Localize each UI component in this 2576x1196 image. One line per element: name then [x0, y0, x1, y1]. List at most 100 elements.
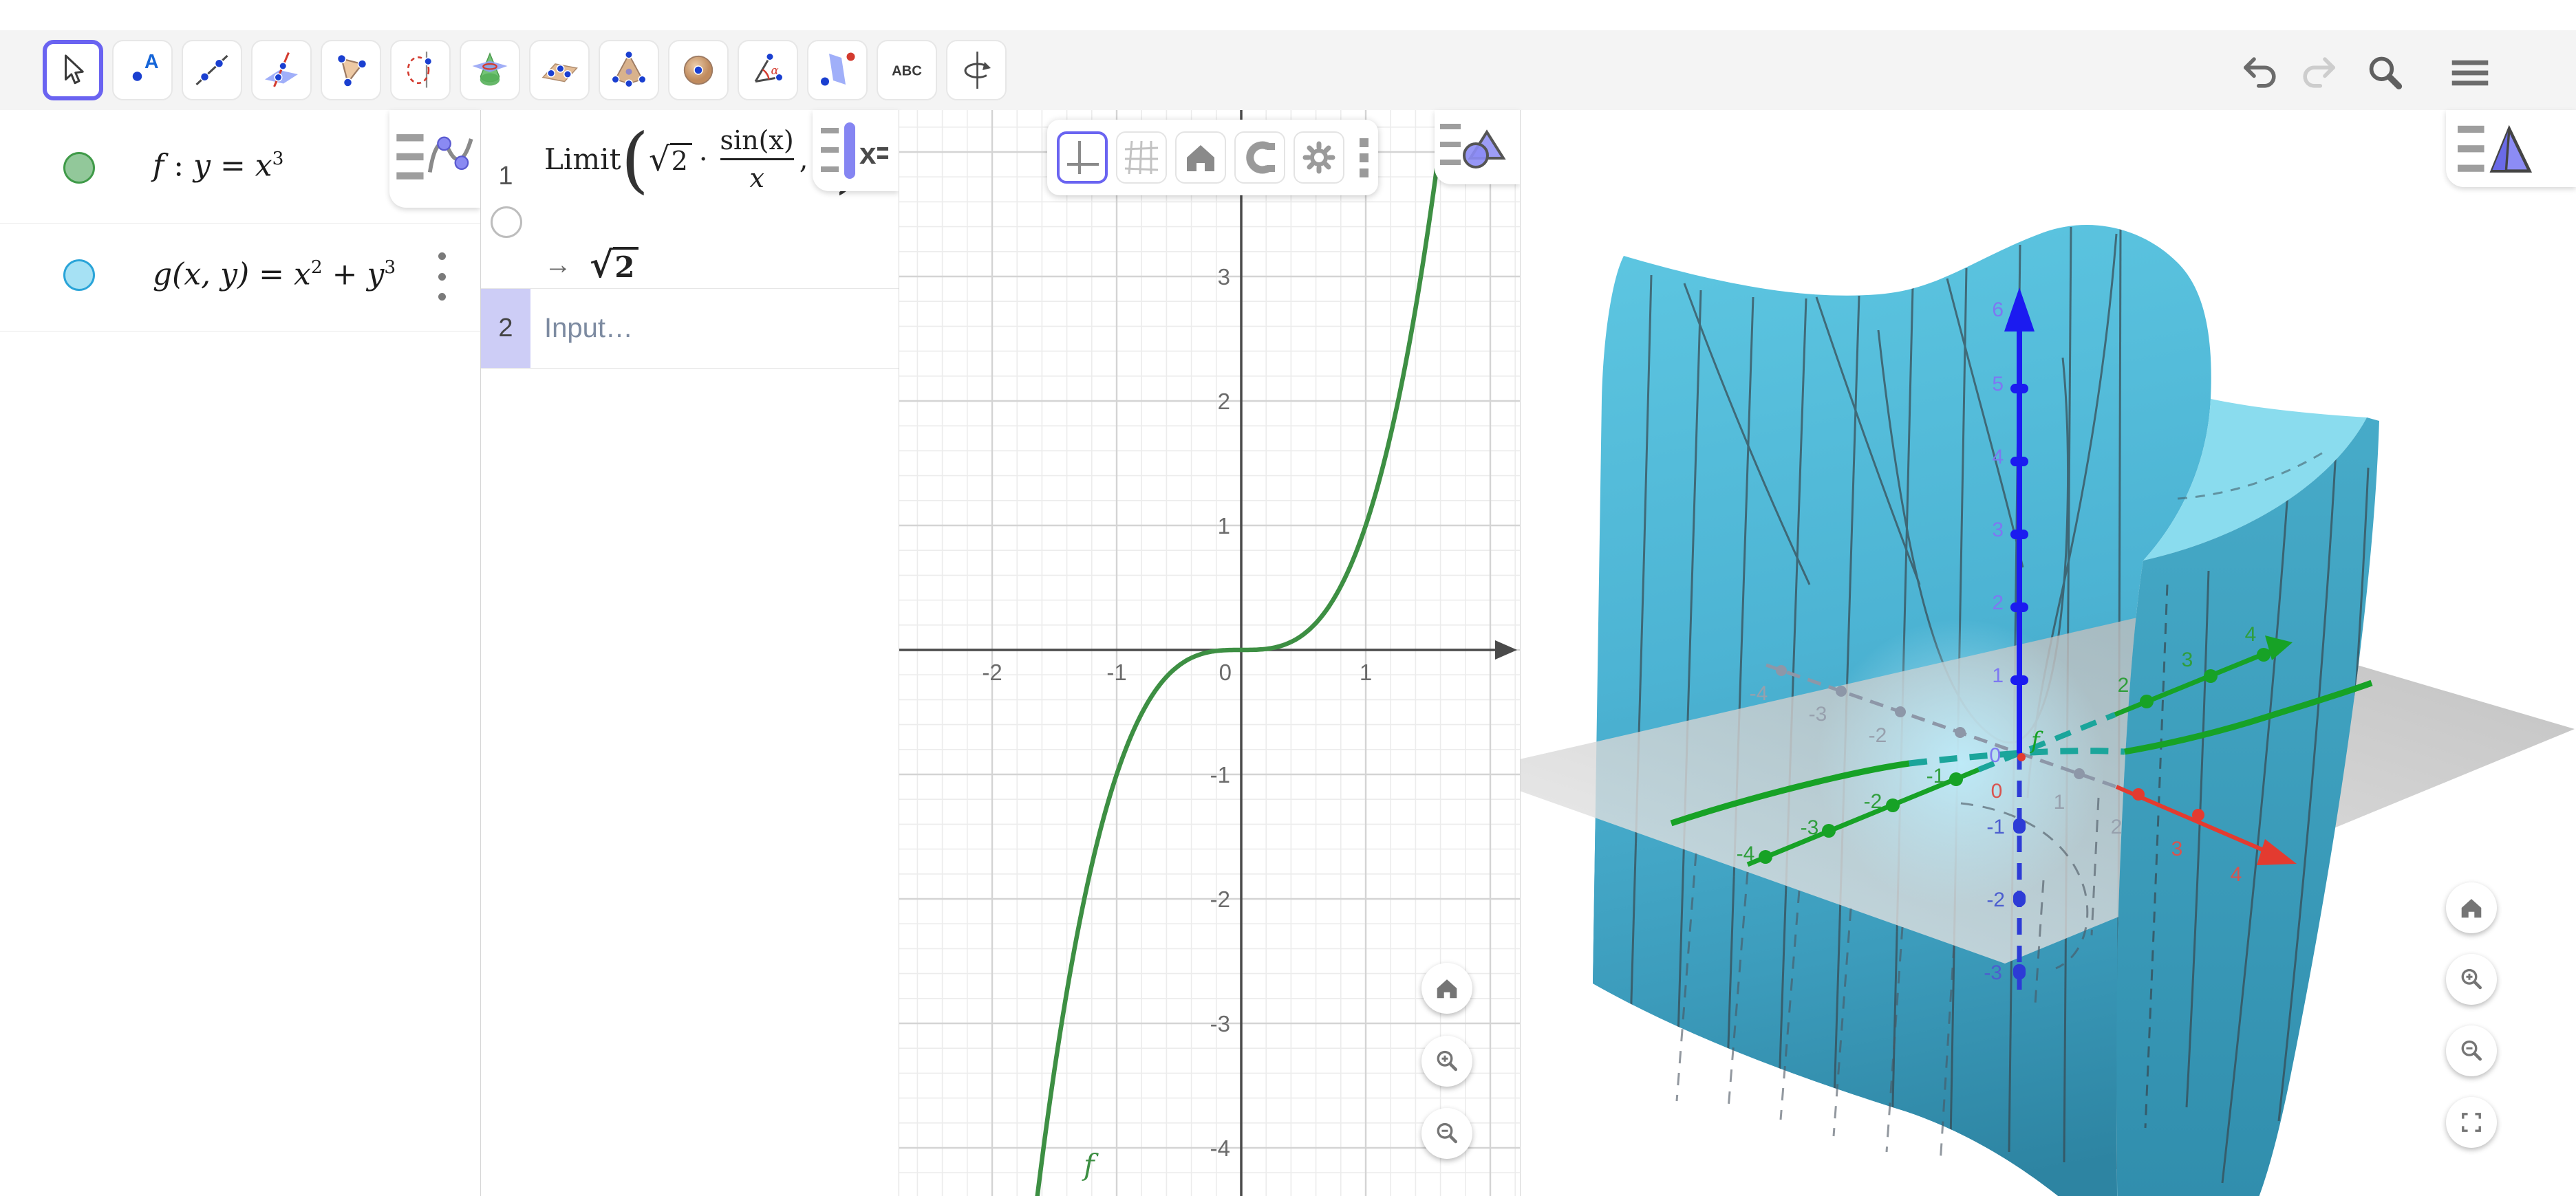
search-icon — [2363, 51, 2407, 95]
graphics3d-view-icon — [2457, 121, 2540, 179]
cas-input-placeholder[interactable]: Input… — [544, 313, 633, 344]
tool-rotate-3d-view-button[interactable] — [946, 40, 1007, 100]
zoom-in-icon — [1432, 1047, 1461, 1076]
undo-button[interactable] — [2237, 50, 2284, 96]
radicand: 2 — [670, 143, 692, 176]
svg-text:1: 1 — [1218, 513, 1230, 539]
menu-button[interactable] — [2447, 50, 2493, 96]
svg-text:x: x — [859, 137, 877, 171]
dot — [438, 252, 446, 260]
algebra-style-button[interactable] — [389, 110, 480, 208]
sqrt2: √2 — [649, 140, 692, 179]
zoom-out-icon — [1432, 1119, 1461, 1148]
graphics3d-view-menu-button[interactable] — [2446, 110, 2576, 187]
sphere-icon — [676, 47, 721, 93]
args: (x, y) — [172, 257, 249, 292]
svg-text:-2: -2 — [1986, 889, 2005, 911]
svg-text:-4: -4 — [1737, 842, 1755, 865]
row-separator — [481, 368, 899, 369]
svg-text:6: 6 — [1992, 298, 2004, 321]
tool-angle-button[interactable]: α — [738, 40, 798, 100]
radical-sign: √ — [649, 140, 670, 179]
svg-text:0: 0 — [1989, 744, 2001, 767]
standard-view-button[interactable] — [1175, 131, 1226, 184]
tool-intersect-two-surfaces-button[interactable] — [460, 40, 520, 100]
multiplication-dot: · — [699, 144, 708, 175]
graphics-view-menu-button[interactable] — [1435, 110, 1520, 184]
svg-text:-1: -1 — [1986, 816, 2005, 838]
equation-f: f : y = x3 — [153, 148, 283, 183]
point-icon: A — [120, 47, 165, 93]
rotate-3d-view-icon — [954, 47, 999, 93]
svg-text:3: 3 — [1218, 264, 1230, 290]
svg-text:3: 3 — [1992, 519, 2004, 541]
svg-text:4: 4 — [2231, 863, 2242, 886]
settings-button[interactable] — [1294, 131, 1344, 184]
tool-perpendicular-plane-button[interactable] — [251, 40, 312, 100]
svg-text:4: 4 — [2245, 623, 2257, 646]
home-icon — [1181, 138, 1220, 177]
plus: + — [323, 257, 367, 292]
cas-style-button[interactable]: x — [813, 110, 899, 191]
redo-button[interactable] — [2295, 50, 2341, 96]
equals: = — [249, 257, 294, 292]
svg-text:-3: -3 — [1801, 816, 1819, 839]
text-icon: ABC — [884, 47, 930, 93]
zoom-in-icon — [2457, 965, 2486, 994]
polygon-icon — [328, 47, 374, 93]
tool-point-button[interactable]: A — [112, 40, 173, 100]
standard-view-fab-3d[interactable] — [2446, 882, 2497, 933]
graphics-2d-view[interactable]: -2-110321-1-2-3-4f — [899, 110, 1520, 1196]
surface-highlight — [1816, 619, 2105, 908]
algebra-style-icon — [395, 125, 477, 194]
toggle-grid-button[interactable] — [1116, 131, 1167, 184]
tool-rotate-around-line-button[interactable] — [390, 40, 451, 100]
angle-icon: α — [745, 47, 791, 93]
graphics-3d-canvas[interactable]: 6 5 4 3 2 1 0 -1 -2 -3 2 3 4 -1 — [1521, 110, 2576, 1196]
graphics-2d-canvas[interactable]: -2-110321-1-2-3-4f — [899, 110, 1520, 1196]
standard-view-fab[interactable] — [1421, 963, 1472, 1014]
tool-pyramid-button[interactable] — [599, 40, 659, 100]
svg-text:0: 0 — [1991, 780, 2003, 803]
limit-function: Limit — [544, 142, 621, 176]
dot — [1360, 168, 1368, 177]
svg-text:-1: -1 — [1926, 765, 1945, 787]
row-options-kebab[interactable] — [428, 252, 455, 301]
tool-reflect-about-plane-button[interactable] — [807, 40, 868, 100]
svg-text:-3: -3 — [1984, 961, 2002, 984]
tool-polygon-button[interactable] — [321, 40, 381, 100]
home-icon — [2458, 894, 2485, 922]
zoom-in-fab-3d[interactable] — [2446, 954, 2497, 1005]
undo-icon — [2240, 52, 2282, 94]
tool-plane-through-points-button[interactable] — [529, 40, 590, 100]
svg-text:-2: -2 — [1210, 887, 1230, 912]
move-cursor-icon — [50, 47, 96, 93]
zoom-out-icon — [2457, 1036, 2486, 1065]
svg-text:f: f — [1082, 1148, 1099, 1182]
zoom-in-fab[interactable] — [1421, 1036, 1472, 1087]
zoom-out-fab[interactable] — [1421, 1108, 1472, 1159]
tool-text-button[interactable]: ABC — [877, 40, 937, 100]
visibility-marble-g[interactable] — [63, 259, 95, 291]
f-name: f — [153, 148, 164, 183]
algebra-row-g[interactable]: g(x, y) = x2 + y3 — [0, 224, 480, 331]
svg-text:-2: -2 — [1864, 790, 1882, 813]
toggle-axes-button[interactable] — [1057, 131, 1108, 184]
graphics-3d-view[interactable]: 6 5 4 3 2 1 0 -1 -2 -3 2 3 4 -1 — [1521, 110, 2576, 1196]
selected-row-number-cell: 2 — [481, 289, 530, 368]
zoom-out-fab-3d[interactable] — [2446, 1025, 2497, 1076]
row-separator — [481, 288, 899, 289]
svg-text:-1: -1 — [1106, 660, 1126, 685]
more-options-kebab[interactable] — [1360, 138, 1368, 177]
base: x — [255, 148, 272, 183]
fullscreen-fab-3d[interactable] — [2446, 1097, 2497, 1148]
visibility-marble-f[interactable] — [63, 152, 95, 184]
cas-row-radio[interactable] — [491, 206, 522, 238]
point-capturing-button[interactable] — [1234, 131, 1285, 184]
tool-move-button[interactable] — [43, 40, 103, 100]
dot — [1360, 138, 1368, 147]
search-button[interactable] — [2361, 50, 2408, 96]
svg-text:-2: -2 — [982, 660, 1002, 685]
tool-line-button[interactable] — [182, 40, 242, 100]
tool-sphere-button[interactable] — [668, 40, 729, 100]
